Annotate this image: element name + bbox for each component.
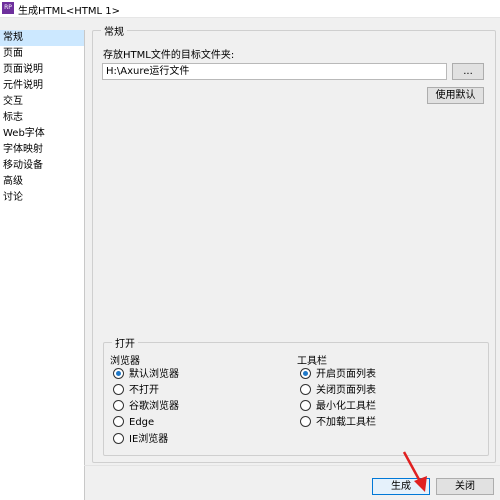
sidebar-item-widget-notes[interactable]: 元件说明	[0, 78, 84, 94]
radio-label: 谷歌浏览器	[129, 401, 179, 412]
general-group-title: 常规	[101, 23, 127, 38]
open-group-title: 打开	[112, 335, 138, 350]
sidebar-item-web-fonts[interactable]: Web字体	[0, 126, 84, 142]
generate-button[interactable]: 生成	[372, 478, 430, 495]
radio-edge[interactable]: Edge	[113, 415, 154, 431]
radio-label: IE浏览器	[129, 434, 169, 445]
radio-default-browser[interactable]: 默认浏览器	[113, 367, 179, 383]
sidebar: 常规 页面 页面说明 元件说明 交互 标志 Web字体 字体映射 移动设备 高级…	[0, 30, 85, 500]
radio-no-toolbar[interactable]: 不加载工具栏	[300, 415, 376, 431]
sidebar-item-logo[interactable]: 标志	[0, 110, 84, 126]
radio-icon[interactable]	[113, 399, 124, 411]
radio-close-page-list[interactable]: 关闭页面列表	[300, 383, 376, 399]
sidebar-item-pages[interactable]: 页面	[0, 46, 84, 62]
radio-icon[interactable]	[300, 399, 311, 411]
radio-label: 不加载工具栏	[316, 417, 376, 428]
use-default-button[interactable]: 使用默认	[427, 87, 484, 104]
radio-label: 不打开	[129, 385, 159, 396]
radio-selected-icon[interactable]	[113, 367, 124, 379]
window-title: 生成HTML<HTML 1>	[18, 6, 120, 17]
browse-button[interactable]: ...	[452, 63, 484, 80]
sidebar-item-interactions[interactable]: 交互	[0, 94, 84, 110]
radio-selected-icon[interactable]	[300, 367, 311, 379]
radio-ie[interactable]: IE浏览器	[113, 432, 168, 448]
sidebar-item-mobile[interactable]: 移动设备	[0, 158, 84, 174]
radio-icon[interactable]	[113, 432, 124, 444]
radio-label: Edge	[129, 417, 155, 428]
title-bar: RP 生成HTML<HTML 1>	[0, 0, 500, 18]
axure-app-icon: RP	[2, 2, 14, 14]
toolbar-heading: 工具栏	[297, 356, 327, 367]
sidebar-item-advanced[interactable]: 高级	[0, 174, 84, 190]
sidebar-item-font-mappings[interactable]: 字体映射	[0, 142, 84, 158]
radio-icon[interactable]	[300, 383, 311, 395]
radio-label: 最小化工具栏	[316, 401, 376, 412]
radio-label: 默认浏览器	[129, 369, 179, 380]
sidebar-item-discussion[interactable]: 讨论	[0, 190, 84, 206]
radio-icon[interactable]	[113, 383, 124, 395]
sidebar-item-general[interactable]: 常规	[0, 30, 84, 46]
radio-label: 关闭页面列表	[316, 385, 376, 396]
folder-label: 存放HTML文件的目标文件夹:	[103, 50, 235, 61]
radio-icon[interactable]	[300, 415, 311, 427]
radio-minimize-toolbar[interactable]: 最小化工具栏	[300, 399, 376, 415]
folder-path-input[interactable]: H:\Axure运行文件	[102, 63, 447, 80]
footer-divider	[84, 465, 500, 466]
sidebar-item-page-notes[interactable]: 页面说明	[0, 62, 84, 78]
browser-heading: 浏览器	[110, 356, 140, 367]
radio-do-not-open[interactable]: 不打开	[113, 383, 159, 399]
radio-open-page-list[interactable]: 开启页面列表	[300, 367, 376, 383]
radio-icon[interactable]	[113, 415, 124, 427]
close-button[interactable]: 关闭	[436, 478, 494, 495]
radio-label: 开启页面列表	[316, 369, 376, 380]
radio-chrome[interactable]: 谷歌浏览器	[113, 399, 179, 415]
